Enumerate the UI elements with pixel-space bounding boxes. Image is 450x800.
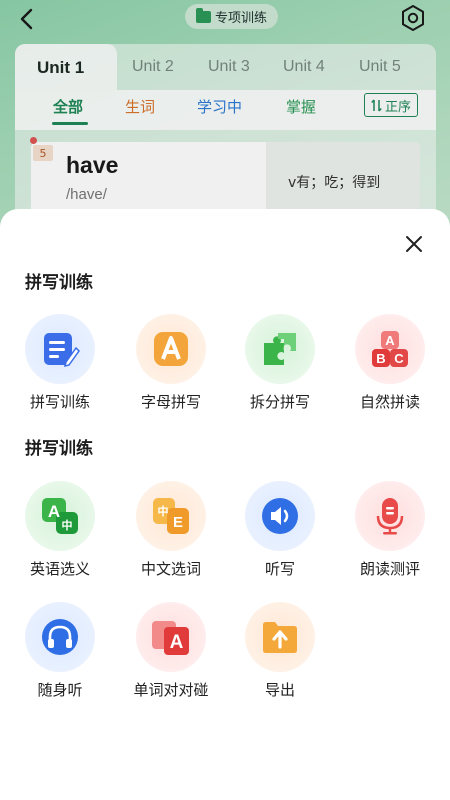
headphones-icon (42, 619, 78, 655)
pencil-note-icon (44, 333, 80, 368)
item-listen-on-the-go[interactable]: 随身听 (5, 602, 115, 702)
svg-text:中: 中 (158, 504, 169, 518)
translate-a-zh-icon: A 中 (42, 498, 78, 534)
item-dictation[interactable]: 听写 (225, 481, 335, 581)
item-label: 中文选词 (140, 560, 201, 578)
item-label: 听写 (264, 560, 295, 578)
svg-text:B: B (376, 351, 385, 366)
export-folder-icon (263, 622, 297, 653)
item-label: 随身听 (37, 681, 83, 699)
puzzle-icon (264, 333, 296, 365)
item-word-match[interactable]: A 单词对对碰 (116, 602, 226, 702)
item-split-spelling[interactable]: 拆分拼写 (225, 314, 335, 414)
item-letter-spelling[interactable]: 字母拼写 (116, 314, 226, 414)
item-label: 英语选义 (29, 560, 90, 578)
letter-a-icon (154, 332, 188, 366)
abc-blocks-icon: A B C (372, 331, 408, 367)
microphone-icon (376, 498, 404, 535)
item-english-meaning[interactable]: A 中 英语选义 (5, 481, 115, 581)
item-label: 单词对对碰 (133, 681, 209, 699)
svg-text:E: E (173, 514, 183, 531)
item-chinese-word[interactable]: 中 E 中文选词 (116, 481, 226, 581)
translate-zh-e-icon: 中 E (153, 498, 189, 534)
section-title-spelling: 拼写训练 (25, 273, 93, 293)
item-label: 拼写训练 (29, 393, 90, 411)
svg-text:A: A (170, 632, 184, 653)
section-title-training: 拼写训练 (25, 439, 93, 459)
svg-text:A: A (48, 502, 60, 521)
item-export[interactable]: 导出 (225, 602, 335, 702)
item-spelling-training[interactable]: 拼写训练 (5, 314, 115, 414)
item-reading-eval[interactable]: 朗读测评 (335, 481, 445, 581)
item-label: 拆分拼写 (249, 393, 310, 411)
item-label: 导出 (264, 681, 295, 699)
speaker-icon (262, 498, 298, 534)
item-label: 自然拼读 (359, 393, 420, 411)
item-phonics[interactable]: A B C 自然拼读 (335, 314, 445, 414)
item-label: 朗读测评 (359, 560, 420, 578)
svg-text:中: 中 (62, 518, 73, 532)
item-label: 字母拼写 (140, 393, 201, 411)
svg-text:C: C (394, 351, 404, 366)
match-cards-icon: A (152, 621, 189, 655)
close-icon[interactable] (402, 232, 426, 256)
svg-text:A: A (385, 333, 395, 348)
